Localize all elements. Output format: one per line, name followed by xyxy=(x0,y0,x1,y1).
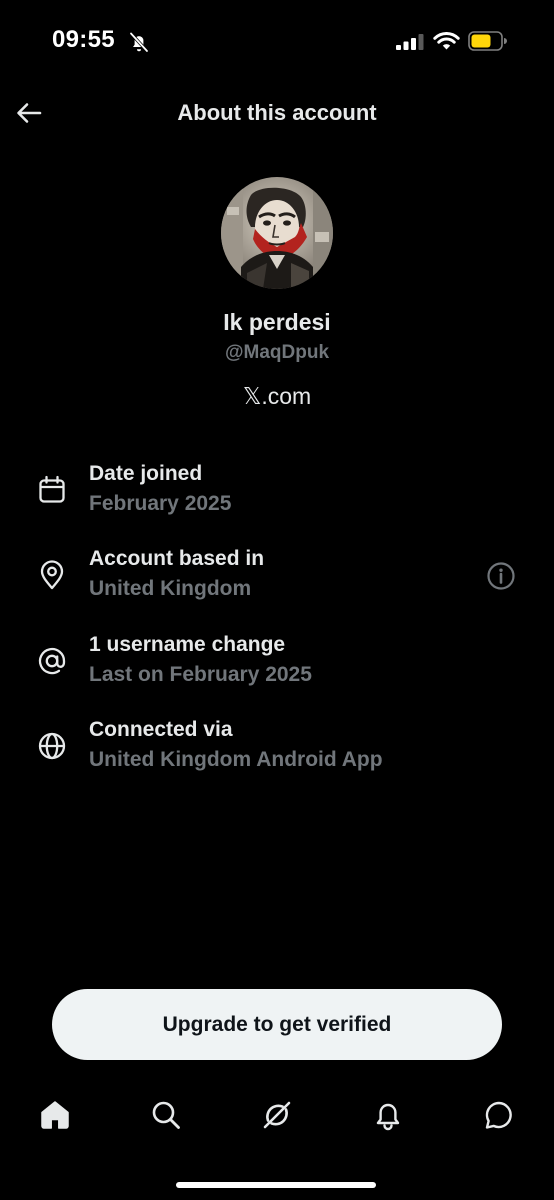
info-row-date-joined: Date joined February 2025 xyxy=(0,462,554,532)
page-title: About this account xyxy=(177,100,377,125)
info-row-subtitle: United Kingdom xyxy=(89,577,252,600)
info-row-title: 1 username change xyxy=(89,633,286,656)
globe-icon xyxy=(38,732,66,760)
info-row-subtitle: United Kingdom Android App xyxy=(89,748,383,771)
info-circle-icon[interactable] xyxy=(486,561,516,591)
battery-icon xyxy=(468,31,507,51)
search-icon[interactable] xyxy=(149,1098,183,1132)
signal-icon xyxy=(396,34,424,50)
grok-icon[interactable] xyxy=(260,1098,294,1132)
site-label: 𝕏.com xyxy=(242,383,312,409)
home-indicator xyxy=(176,1182,376,1188)
info-row-title: Date joined xyxy=(89,462,203,485)
calendar-icon xyxy=(39,475,65,503)
display-name: Ik perdesi xyxy=(223,309,331,335)
username-handle: @MaqDpuk xyxy=(224,342,330,363)
info-row-account-based-in: Account based in United Kingdom xyxy=(0,547,554,617)
top-app-bar: About this account xyxy=(0,84,554,146)
info-row-connected-via: Connected via United Kingdom Android App xyxy=(0,718,554,788)
messages-icon[interactable] xyxy=(482,1098,516,1132)
info-row-title: Connected via xyxy=(89,718,233,741)
status-time: 09:55 xyxy=(52,26,115,53)
at-sign-icon xyxy=(38,647,66,675)
info-row-username-change: 1 username change Last on February 2025 xyxy=(0,633,554,703)
upgrade-verified-button[interactable]: Upgrade to get verified xyxy=(52,989,502,1060)
notifications-bell-icon[interactable] xyxy=(371,1098,405,1132)
location-pin-icon xyxy=(40,560,64,590)
wifi-icon xyxy=(433,32,460,50)
bell-off-icon xyxy=(129,32,149,53)
bottom-tab-bar xyxy=(0,1090,554,1150)
profile-avatar xyxy=(221,177,333,289)
status-bar: 09:55 xyxy=(0,0,554,84)
info-row-title: Account based in xyxy=(89,547,265,570)
home-icon[interactable] xyxy=(38,1098,72,1132)
avatar-image xyxy=(221,177,333,289)
info-row-subtitle: Last on February 2025 xyxy=(89,663,312,686)
info-row-subtitle: February 2025 xyxy=(89,492,232,515)
